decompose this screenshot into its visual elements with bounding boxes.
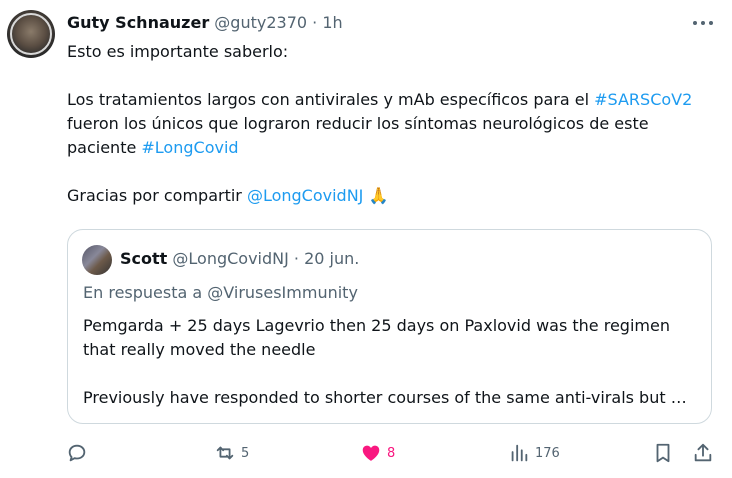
- quote-author-avatar[interactable]: [82, 245, 112, 275]
- tweet-header: Guty Schnauzer @guty2370 · 1h: [67, 12, 343, 34]
- quote-reply-prefix: En respuesta a: [83, 283, 208, 302]
- tweet-paragraph-2-text-a: Los tratamientos largos con antivirales …: [67, 90, 595, 109]
- quote-header-separator: ·: [293, 249, 300, 268]
- tweet-line-1: Esto es importante saberlo:: [67, 42, 289, 61]
- action-bar: 5 8 176: [0, 440, 732, 466]
- views-button[interactable]: 176: [508, 440, 560, 466]
- quoted-tweet-card[interactable]: Scott @LongCovidNJ · 20 jun. En respuest…: [67, 229, 712, 424]
- bookmark-button[interactable]: [652, 440, 674, 466]
- hashtag-sarscov2[interactable]: #SARSCoV2: [594, 90, 692, 109]
- author-avatar[interactable]: [7, 10, 55, 58]
- tweet-time[interactable]: 1h: [322, 13, 342, 32]
- heart-filled-icon: [362, 445, 380, 461]
- share-button[interactable]: [692, 440, 714, 466]
- quote-date[interactable]: 20 jun.: [304, 249, 359, 268]
- reply-icon: [68, 444, 86, 462]
- share-icon: [694, 443, 712, 462]
- quote-reply-context: En respuesta a @VirusesImmunity: [83, 282, 358, 304]
- reply-button[interactable]: [66, 440, 88, 466]
- quote-line-1: Pemgarda + 25 days Lagevrio then 25 days…: [83, 316, 670, 359]
- header-separator: ·: [312, 13, 318, 32]
- tweet-text: Esto es importante saberlo: Los tratamie…: [67, 40, 717, 208]
- quote-header: Scott @LongCovidNJ · 20 jun.: [120, 248, 359, 270]
- retweet-button[interactable]: 5: [214, 440, 249, 466]
- quote-reply-to: @VirusesImmunity: [207, 283, 358, 302]
- like-count: 8: [387, 445, 396, 461]
- views-count: 176: [535, 445, 560, 461]
- like-button[interactable]: 8: [360, 440, 395, 466]
- quote-text: Pemgarda + 25 days Lagevrio then 25 days…: [83, 314, 698, 410]
- tweet-paragraph-3-text: Gracias por compartir: [67, 186, 247, 205]
- quote-line-2: Previously have responded to shorter cou…: [83, 388, 687, 407]
- quote-author-handle[interactable]: @LongCovidNJ: [172, 249, 288, 268]
- retweet-icon: [216, 446, 234, 460]
- views-icon: [511, 444, 528, 462]
- author-name[interactable]: Guty Schnauzer: [67, 13, 209, 32]
- mention-longcovidnj[interactable]: @LongCovidNJ: [247, 186, 363, 205]
- retweet-count: 5: [241, 445, 250, 461]
- tweet-paragraph-3: Gracias por compartir @LongCovidNJ 🙏: [67, 184, 717, 208]
- quote-author-name[interactable]: Scott: [120, 249, 167, 268]
- bookmark-icon: [656, 443, 670, 463]
- more-options-icon[interactable]: [693, 17, 713, 29]
- author-handle[interactable]: @guty2370: [214, 13, 307, 32]
- pray-emoji: 🙏: [368, 186, 389, 205]
- tweet-paragraph-2: Los tratamientos largos con antivirales …: [67, 88, 717, 160]
- hashtag-longcovid[interactable]: #LongCovid: [141, 138, 238, 157]
